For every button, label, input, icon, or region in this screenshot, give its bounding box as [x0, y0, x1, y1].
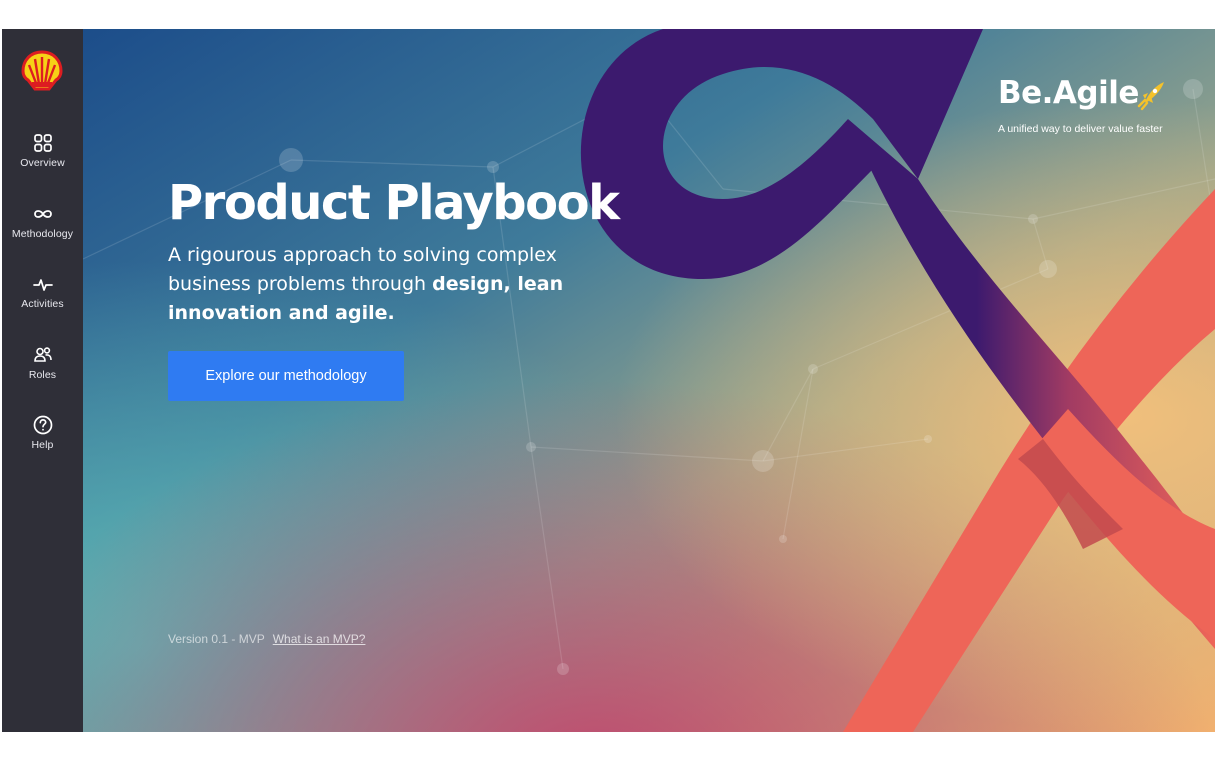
sidebar-item-activities[interactable]: Activities: [2, 267, 83, 329]
app-window: Overview Methodology Activities Roles He…: [2, 29, 1215, 732]
sidebar-item-help[interactable]: Help: [2, 408, 83, 470]
people-icon: [33, 347, 52, 362]
sidebar-item-label: Overview: [20, 157, 65, 169]
sidebar-item-overview[interactable]: Overview: [2, 126, 83, 188]
version-info: Version 0.1 - MVP What is an MVP?: [168, 632, 365, 646]
sidebar-item-label: Roles: [28, 369, 57, 381]
what-is-mvp-link[interactable]: What is an MVP?: [273, 632, 366, 646]
help-circle-icon: [33, 415, 52, 435]
infinity-icon: [33, 210, 52, 218]
sidebar-item-methodology[interactable]: Methodology: [2, 197, 83, 259]
grid-icon: [33, 134, 52, 152]
explore-methodology-button[interactable]: Explore our methodology: [168, 351, 404, 401]
sidebar-item-label: Help: [31, 439, 54, 451]
sidebar-item-label: Methodology: [11, 228, 74, 240]
rocket-icon: [1137, 82, 1164, 111]
shell-logo-icon[interactable]: [20, 49, 64, 91]
hero-subtitle: A rigourous approach to solving complex …: [168, 241, 588, 328]
sidebar-item-roles[interactable]: Roles: [2, 338, 83, 400]
page-title: Product Playbook: [168, 175, 620, 231]
brand-name: Be.Agile: [998, 75, 1139, 111]
pulse-icon: [32, 279, 53, 291]
sidebar: Overview Methodology Activities Roles He…: [2, 29, 83, 732]
version-label: Version 0.1 - MVP: [168, 632, 265, 646]
sidebar-item-label: Activities: [21, 298, 64, 310]
hero-section: Be.Agile A unified way to deliver value …: [83, 29, 1215, 732]
brand-tagline: A unified way to deliver value faster: [998, 123, 1163, 135]
